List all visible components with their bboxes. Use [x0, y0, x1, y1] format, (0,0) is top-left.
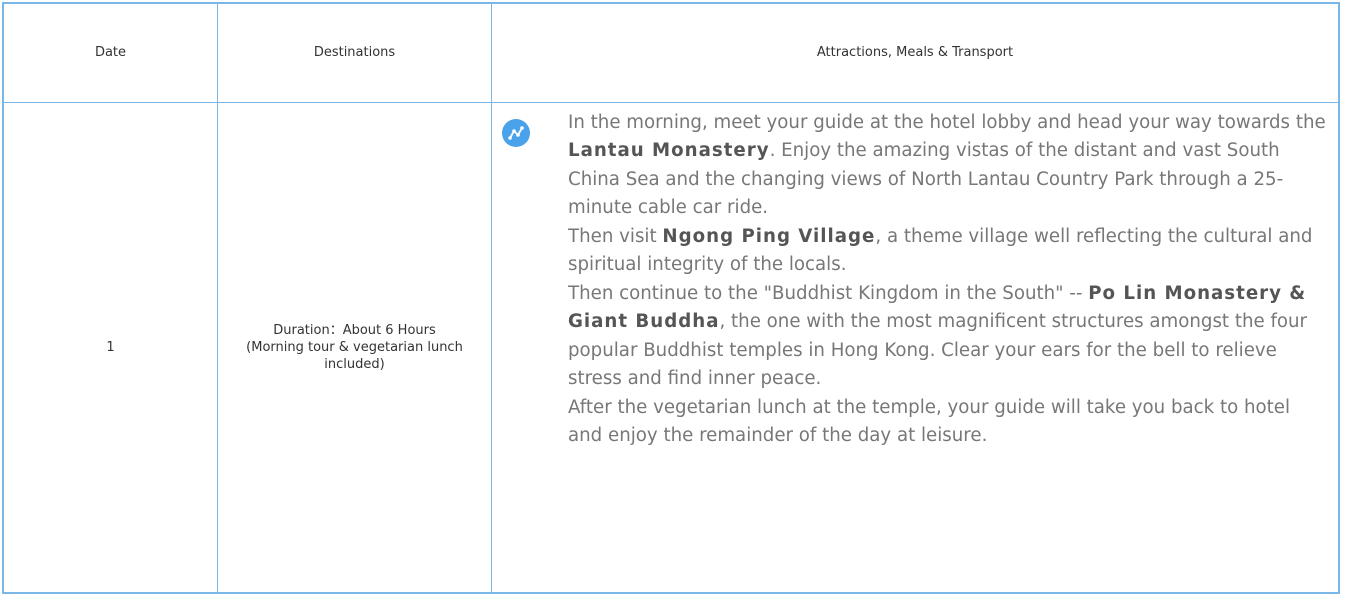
header-date: Date: [4, 4, 218, 103]
table-row: 1 Duration：About 6 Hours (Morning tour &…: [4, 101, 1338, 592]
header-attractions: Attractions, Meals & Transport: [491, 4, 1338, 103]
paragraph-po-lin: Then continue to the "Buddhist Kingdom i…: [568, 280, 1328, 394]
header-row: Date Destinations Attractions, Meals & T…: [4, 4, 1338, 103]
paragraph-morning: In the morning, meet your guide at the h…: [568, 109, 1328, 223]
cell-destinations: Duration：About 6 Hours (Morning tour & v…: [217, 101, 492, 592]
morning-text-1: In the morning, meet your guide at the h…: [568, 111, 1326, 133]
itinerary-table: Date Destinations Attractions, Meals & T…: [4, 4, 1338, 592]
tour-note-text: (Morning tour & vegetarian lunch include…: [246, 339, 463, 372]
route-icon-glyph: [508, 125, 524, 140]
header-destinations: Destinations: [217, 4, 492, 103]
ngong-ping-highlight: Ngong Ping Village: [662, 225, 876, 247]
paragraph-lunch: After the vegetarian lunch at the temple…: [568, 396, 1291, 447]
route-icon: [502, 118, 530, 147]
po-lin-text-1: Then continue to the "Buddhist Kingdom i…: [568, 282, 1089, 304]
itinerary-description: In the morning, meet your guide at the h…: [568, 109, 1328, 451]
ngong-ping-text-1: Then visit: [568, 225, 663, 247]
itinerary-table-frame: Date Destinations Attractions, Meals & T…: [2, 2, 1340, 594]
paragraph-ngong-ping: Then visit Ngong Ping Village, a theme v…: [568, 223, 1328, 280]
attractions-content: In the morning, meet your guide at the h…: [492, 103, 1338, 451]
duration-text: Duration：About 6 Hours: [273, 322, 436, 338]
lantau-monastery-highlight: Lantau Monastery: [568, 140, 770, 161]
cell-attractions: In the morning, meet your guide at the h…: [491, 101, 1338, 592]
cell-date: 1: [4, 101, 218, 592]
